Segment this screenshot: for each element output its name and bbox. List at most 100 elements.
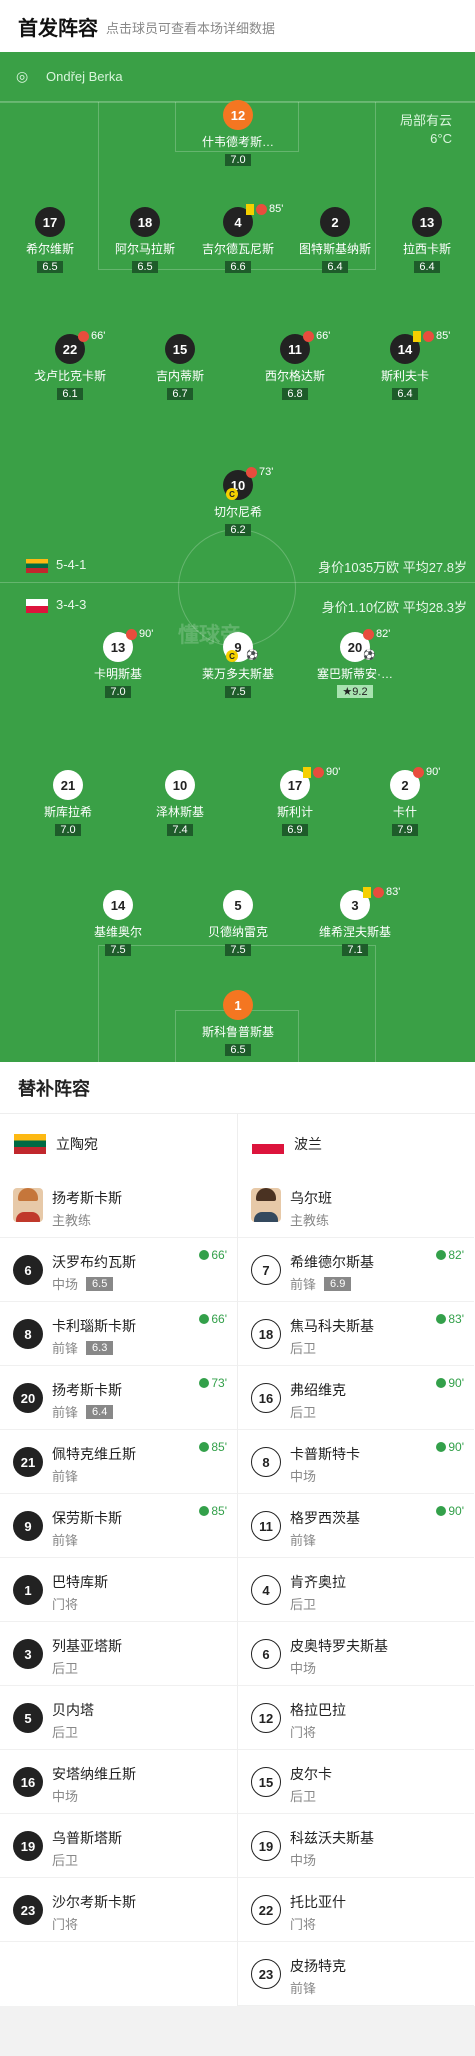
rating-value: 9.2 bbox=[352, 686, 368, 698]
sub-out-icon bbox=[313, 766, 324, 778]
player-name: 什韦德考斯… bbox=[201, 135, 274, 149]
sub-row[interactable]: 19 科兹沃夫斯基 中场 bbox=[238, 1814, 474, 1878]
sub-name: 卡普斯特卡 bbox=[290, 1446, 360, 1462]
player[interactable]: 2 卡什 7.9 90' bbox=[355, 766, 455, 838]
sub-row[interactable]: 9 保劳斯卡斯 前锋 85' bbox=[0, 1494, 237, 1558]
sub-row[interactable]: 21 佩特克维丘斯 前锋 85' bbox=[0, 1430, 237, 1494]
rating-value: 7.0 bbox=[60, 824, 76, 836]
event-minute: 73' bbox=[211, 1376, 227, 1390]
sub-row[interactable]: 8 卡普斯特卡 中场 90' bbox=[238, 1430, 474, 1494]
player[interactable]: 1 斯科鲁普斯基 6.5 bbox=[188, 990, 288, 1058]
player[interactable]: 13 卡明斯基 7.0 90' bbox=[68, 628, 168, 700]
player[interactable]: 10 切尔尼希 6.2 73' C bbox=[188, 466, 288, 538]
event-minute: 66' bbox=[211, 1312, 227, 1326]
sub-row[interactable]: 8 卡利瑙斯卡斯 前锋 6.3 66' bbox=[0, 1302, 237, 1366]
player[interactable]: 5 贝德纳雷克 7.5 bbox=[188, 890, 288, 958]
formation-lithuania: 5-4-1 bbox=[56, 557, 87, 572]
player-rating: 6.1 bbox=[57, 388, 83, 400]
player[interactable]: 3 维希涅夫斯基 7.1 83' bbox=[305, 886, 405, 958]
sub-name: 希维德尔斯基 bbox=[290, 1254, 374, 1270]
player[interactable]: 15 吉内蒂斯 6.7 bbox=[130, 334, 230, 402]
player-event: 85' bbox=[246, 203, 283, 215]
value-poland: 身价1.10亿欧 bbox=[321, 600, 400, 615]
page-bottom bbox=[0, 2006, 475, 2056]
sub-position: 中场 bbox=[290, 1850, 316, 1869]
event-minute: 90' bbox=[326, 766, 341, 778]
player[interactable]: 4 吉尔德瓦尼斯 6.6 85' bbox=[188, 203, 288, 275]
sub-row[interactable]: 5 贝内塔 后卫 bbox=[0, 1686, 237, 1750]
coach-row[interactable]: 乌尔班 主教练 bbox=[238, 1174, 474, 1238]
player-name: 塞巴斯蒂安·… bbox=[317, 667, 393, 681]
rating-value: 7.1 bbox=[347, 944, 363, 956]
sub-row[interactable]: 20 扬考斯卡斯 前锋 6.4 73' bbox=[0, 1366, 237, 1430]
sub-row[interactable]: 12 格拉巴拉 门将 bbox=[238, 1686, 474, 1750]
position-text: 中场 bbox=[52, 1789, 79, 1804]
player[interactable]: 20 塞巴斯蒂安·… ★9.2 82' ⚽ bbox=[305, 628, 405, 700]
sub-in-icon bbox=[199, 1442, 210, 1452]
event-minute: 66' bbox=[91, 330, 106, 342]
rating-value: 7.5 bbox=[110, 944, 126, 956]
sub-row[interactable]: 23 沙尔考斯卡斯 门将 bbox=[0, 1878, 237, 1942]
player[interactable]: 2 图特斯基纳斯 6.4 bbox=[285, 207, 385, 275]
player[interactable]: 18 阿尔马拉斯 6.5 bbox=[95, 207, 195, 275]
player-name: 切尔尼希 bbox=[213, 505, 262, 519]
sub-rating: 6.9 bbox=[324, 1276, 352, 1291]
sub-row[interactable]: 6 皮奥特罗夫斯基 中场 bbox=[238, 1622, 474, 1686]
coach-row[interactable]: 扬考斯卡斯 主教练 bbox=[0, 1174, 237, 1238]
player-event: 73' bbox=[246, 466, 273, 478]
sub-in-icon bbox=[199, 1378, 210, 1388]
sub-name: 乌尔班 bbox=[290, 1190, 332, 1206]
sub-row[interactable]: 16 安塔纳维丘斯 中场 bbox=[0, 1750, 237, 1814]
jersey-number: 2 bbox=[320, 207, 350, 237]
subs-lithuania: 立陶宛 扬考斯卡斯 主教练 6 沃罗布约瓦斯 中场 6.5 66' 8 卡利瑙斯卡斯 前锋 6.3 6… bbox=[0, 1114, 237, 2006]
jersey-number: 23 bbox=[251, 1959, 281, 1989]
sub-row[interactable]: 4 肯齐奥拉 后卫 bbox=[238, 1558, 474, 1622]
sub-name: 托比亚什 bbox=[290, 1894, 346, 1910]
rating-value: 7.9 bbox=[397, 824, 413, 836]
sub-row[interactable]: 22 托比亚什 门将 bbox=[238, 1878, 474, 1942]
sub-row[interactable]: 11 格罗西茨基 前锋 90' bbox=[238, 1494, 474, 1558]
player[interactable]: 14 斯利夫卡 6.4 85' bbox=[355, 330, 455, 402]
jersey-number: 17 bbox=[35, 207, 65, 237]
event-minute: 73' bbox=[259, 466, 274, 478]
player-name: 斯科鲁普斯基 bbox=[201, 1025, 274, 1039]
sub-row[interactable]: 3 列基亚塔斯 后卫 bbox=[0, 1622, 237, 1686]
sub-in-icon bbox=[199, 1250, 210, 1260]
jersey-number: 18 bbox=[130, 207, 160, 237]
player[interactable]: 14 基维奥尔 7.5 bbox=[68, 890, 168, 958]
weather-condition: 局部有云 bbox=[399, 113, 452, 128]
player[interactable]: 12 什韦德考斯… 7.0 bbox=[188, 100, 288, 168]
sub-row[interactable]: 7 希维德尔斯基 前锋 6.9 82' bbox=[238, 1238, 474, 1302]
sub-row[interactable]: 19 乌普斯塔斯 后卫 bbox=[0, 1814, 237, 1878]
player-rating: 7.0 bbox=[55, 824, 81, 836]
jersey-number: 8 bbox=[251, 1447, 281, 1477]
sub-row[interactable]: 6 沃罗布约瓦斯 中场 6.5 66' bbox=[0, 1238, 237, 1302]
player-name: 卡明斯基 bbox=[93, 667, 142, 681]
sub-row[interactable]: 18 焦马科夫斯基 后卫 83' bbox=[238, 1302, 474, 1366]
event-minute: 90' bbox=[448, 1376, 464, 1390]
player[interactable]: 10 泽林斯基 7.4 bbox=[130, 770, 230, 838]
player-event: 90' bbox=[413, 766, 440, 778]
player[interactable]: 21 斯库拉希 7.0 bbox=[18, 770, 118, 838]
player-name: 阿尔马拉斯 bbox=[114, 242, 175, 256]
jersey-number: 12 bbox=[223, 100, 253, 130]
position-text: 前锋 bbox=[52, 1469, 79, 1484]
player[interactable]: 17 斯利计 6.9 90' bbox=[245, 766, 345, 838]
player[interactable]: 17 希尔维斯 6.5 bbox=[0, 207, 100, 275]
sub-row[interactable]: 15 皮尔卡 后卫 bbox=[238, 1750, 474, 1814]
sub-name: 佩特克维丘斯 bbox=[52, 1446, 136, 1462]
captain-icon: C bbox=[226, 650, 238, 662]
player-rating: 7.5 bbox=[225, 944, 251, 956]
sub-in-icon bbox=[436, 1250, 447, 1260]
sub-name: 沃罗布约瓦斯 bbox=[52, 1254, 136, 1270]
player[interactable]: 9 莱万多夫斯基 7.5 C ⚽ bbox=[188, 632, 288, 700]
player[interactable]: 13 拉西卡斯 6.4 bbox=[377, 207, 475, 275]
sub-row[interactable]: 23 皮扬特克 前锋 bbox=[238, 1942, 474, 2006]
sub-row[interactable]: 16 弗绍维克 后卫 90' bbox=[238, 1366, 474, 1430]
player[interactable]: 22 戈卢比克卡斯 6.1 66' bbox=[20, 330, 120, 402]
sub-row[interactable]: 1 巴特库斯 门将 bbox=[0, 1558, 237, 1622]
player-rating: 7.1 bbox=[342, 944, 368, 956]
player[interactable]: 11 西尔格达斯 6.8 66' bbox=[245, 330, 345, 402]
sub-name: 扬考斯卡斯 bbox=[52, 1382, 122, 1398]
sub-position: 后卫 bbox=[52, 1658, 78, 1677]
